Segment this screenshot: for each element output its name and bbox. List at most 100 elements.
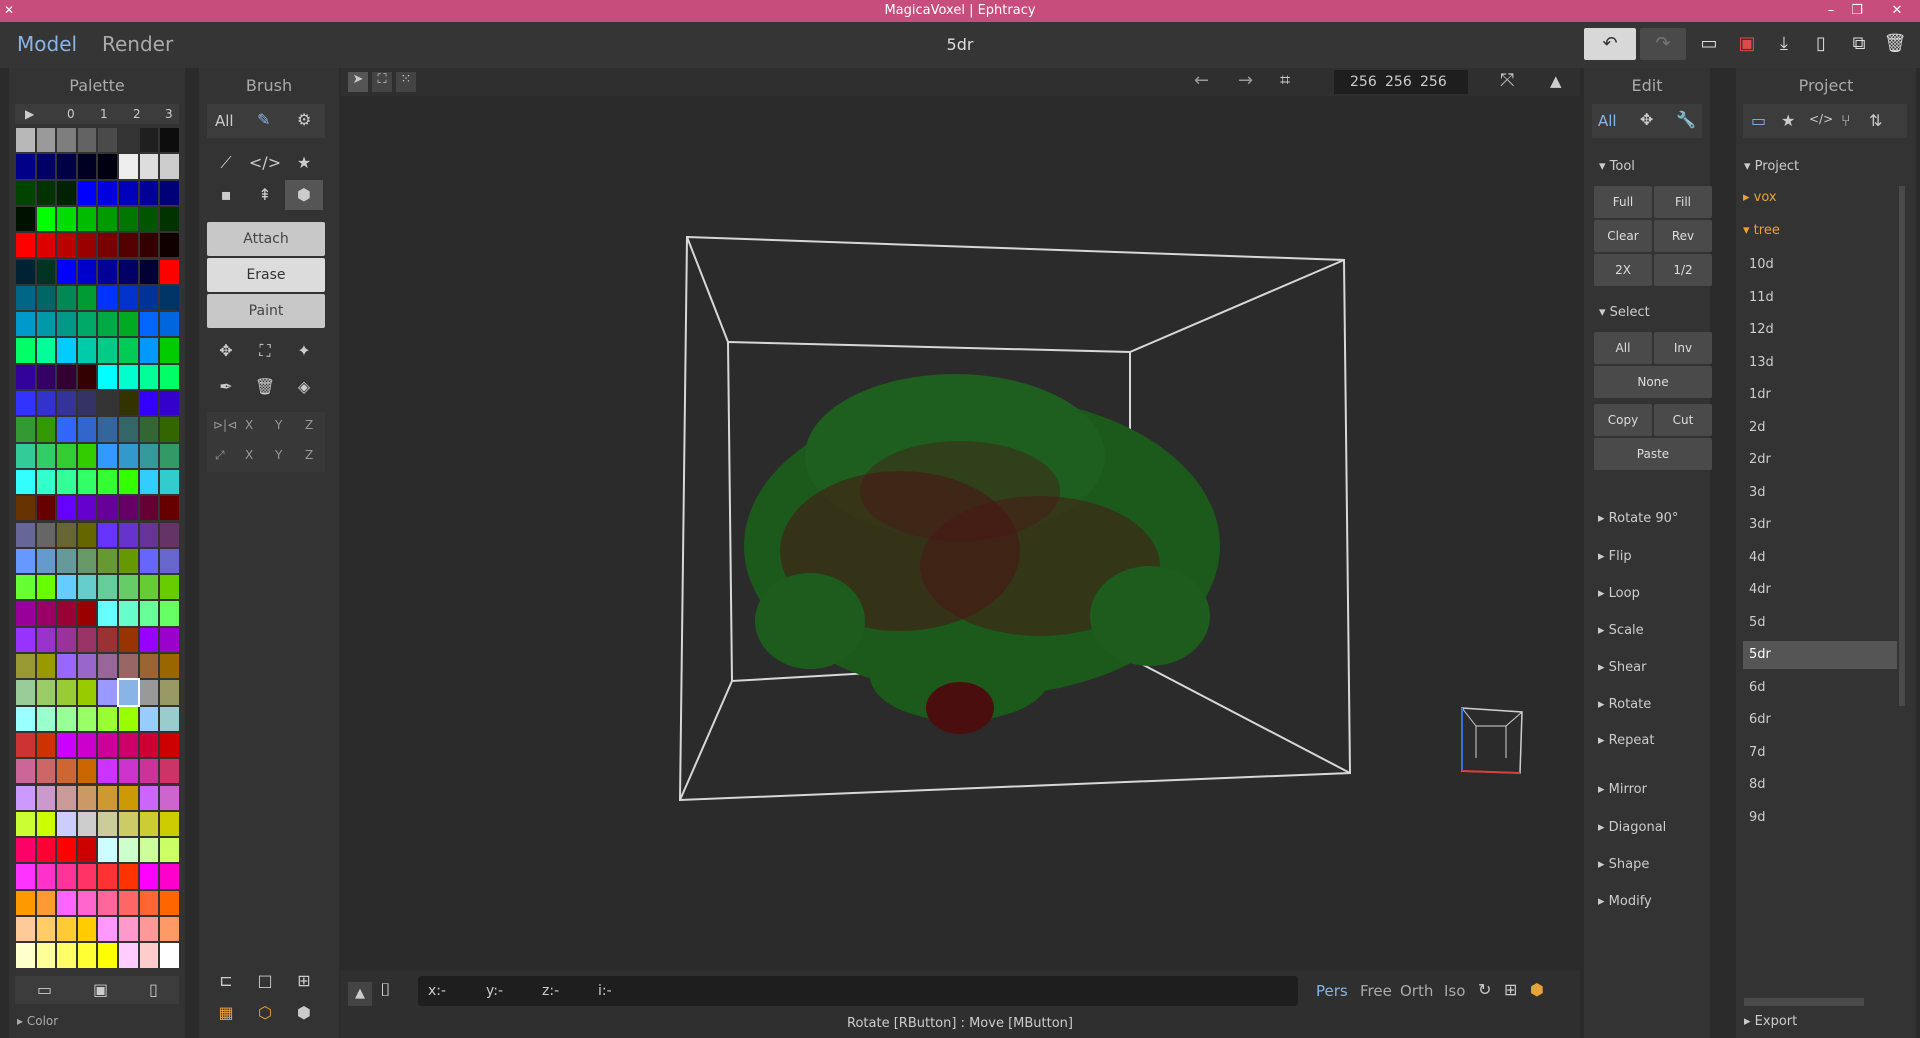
palette-swatch[interactable] (98, 706, 117, 731)
palette-swatch[interactable] (36, 522, 56, 547)
palette-swatch[interactable] (119, 496, 138, 521)
project-file-item[interactable]: 1dr (1743, 381, 1897, 409)
palette-swatch[interactable] (139, 259, 159, 284)
project-file-item[interactable]: 13d (1743, 349, 1897, 377)
palette-swatch[interactable] (98, 785, 117, 810)
reset-view-icon[interactable]: ↻ (1478, 980, 1491, 999)
palette-swatch[interactable] (139, 469, 159, 495)
palette-swatch[interactable] (77, 680, 97, 705)
palette-swatch[interactable] (119, 575, 138, 600)
palette-swatch[interactable] (139, 391, 159, 416)
palette-swatch[interactable] (77, 338, 97, 363)
palette-swatch[interactable] (119, 627, 138, 652)
restore-icon[interactable]: ❐ (1844, 0, 1870, 22)
double-button[interactable]: 2X (1594, 254, 1652, 286)
palette-swatch[interactable] (16, 312, 35, 337)
favorite-icon[interactable]: ★ (1781, 111, 1795, 130)
palette-swatch[interactable] (77, 601, 97, 626)
palette-swatch[interactable] (119, 128, 138, 153)
palette-swatch[interactable] (98, 285, 117, 311)
palette-swatch[interactable] (160, 601, 179, 626)
project-file-item[interactable]: 5d (1743, 609, 1897, 637)
op-shear[interactable]: ▸ Shear (1598, 660, 1646, 675)
palette-swatch[interactable] (98, 864, 117, 889)
palette-swatch[interactable] (36, 890, 56, 915)
palette-swatch[interactable] (16, 706, 35, 731)
select-region-icon[interactable]: ⛶ (246, 336, 284, 366)
palette-swatch[interactable] (16, 338, 35, 363)
palette-swatch[interactable] (119, 391, 138, 416)
palette-swatch[interactable] (36, 259, 56, 284)
palette-swatch[interactable] (139, 312, 159, 337)
palette-swatch[interactable] (16, 759, 35, 784)
palette-swatch[interactable] (77, 759, 97, 784)
palette-swatch[interactable] (119, 233, 138, 258)
palette-swatch[interactable] (77, 469, 97, 495)
palette-swatch[interactable] (57, 575, 76, 600)
axis-lock-icon[interactable]: ⤢ (215, 448, 225, 463)
brush-filter-all[interactable]: All (215, 112, 234, 130)
palette-swatch[interactable] (57, 443, 76, 468)
duplicate-icon[interactable]: ⧉ (1840, 28, 1878, 60)
palette-swatch[interactable] (160, 417, 179, 442)
palette-swatch[interactable] (36, 943, 56, 968)
palette-swatch[interactable] (57, 706, 76, 731)
panel-toggle-icon[interactable]: ▲ (348, 982, 372, 1006)
paste-button[interactable]: Paste (1594, 438, 1712, 470)
attach-button[interactable]: Attach (207, 222, 325, 256)
palette-swatch[interactable] (36, 154, 56, 179)
palette-swatch[interactable] (77, 206, 97, 232)
arrow-left-icon[interactable]: ← (1194, 70, 1209, 91)
palette-swatch[interactable] (77, 575, 97, 600)
new-file-icon[interactable]: ▯ (1802, 28, 1840, 60)
palette-swatch[interactable] (16, 732, 35, 758)
palette-swatch[interactable] (139, 627, 159, 652)
palette-swatch[interactable] (139, 890, 159, 915)
palette-swatch[interactable] (77, 838, 97, 863)
palette-swatch[interactable] (98, 522, 117, 547)
palette-swatch[interactable] (160, 522, 179, 547)
palette-swatch[interactable] (57, 732, 76, 758)
palette-swatch[interactable] (139, 654, 159, 679)
palette-swatch[interactable] (98, 917, 117, 942)
project-file-item[interactable]: 6d (1743, 674, 1897, 702)
palette-swatch[interactable] (57, 417, 76, 442)
clear-button[interactable]: Clear (1594, 220, 1652, 252)
palette-swatch[interactable] (77, 627, 97, 652)
palette-swatch[interactable] (16, 259, 35, 284)
palette-swatch[interactable] (139, 575, 159, 600)
mirror-x[interactable]: X (245, 418, 253, 432)
palette-swatch[interactable] (36, 759, 56, 784)
palette-swatch[interactable] (98, 259, 117, 284)
palette-swatch[interactable] (57, 627, 76, 652)
palette-swatch[interactable] (139, 864, 159, 889)
palette-swatch[interactable] (57, 364, 76, 389)
palette-swatch[interactable] (139, 285, 159, 311)
palette-swatch[interactable] (57, 154, 76, 179)
transform-icon[interactable]: ✥ (1640, 110, 1653, 129)
box-brush-icon[interactable]: ⬢ (285, 180, 323, 210)
select-all-icon[interactable]: ⁙ (396, 72, 416, 92)
palette-swatch[interactable] (77, 154, 97, 179)
palette-swatch[interactable] (77, 732, 97, 758)
palette-swatch[interactable] (98, 575, 117, 600)
palette-swatch[interactable] (77, 259, 97, 284)
copy-button[interactable]: Copy (1594, 404, 1652, 436)
palette-swatch[interactable] (160, 285, 179, 311)
palette-swatch[interactable] (77, 391, 97, 416)
palette-swatch[interactable] (16, 890, 35, 915)
palette-swatch[interactable] (119, 364, 138, 389)
palette-swatch[interactable] (98, 154, 117, 179)
palette-swatch[interactable] (36, 496, 56, 521)
folder-toggle-icon[interactable]: ▾ (1743, 223, 1754, 238)
palette-swatch[interactable] (77, 917, 97, 942)
cube-outline-icon[interactable]: ⬡ (246, 998, 284, 1028)
project-section[interactable]: ▾ Project (1744, 159, 1799, 174)
axis-x[interactable]: X (245, 448, 253, 462)
palette-swatch[interactable] (119, 601, 138, 626)
undo-button[interactable]: ↶ (1584, 28, 1636, 60)
palette-swatch[interactable] (119, 259, 138, 284)
palette-swatch[interactable] (36, 785, 56, 810)
view-orth[interactable]: Orth (1400, 982, 1433, 1000)
palette-swatch[interactable] (36, 680, 56, 705)
